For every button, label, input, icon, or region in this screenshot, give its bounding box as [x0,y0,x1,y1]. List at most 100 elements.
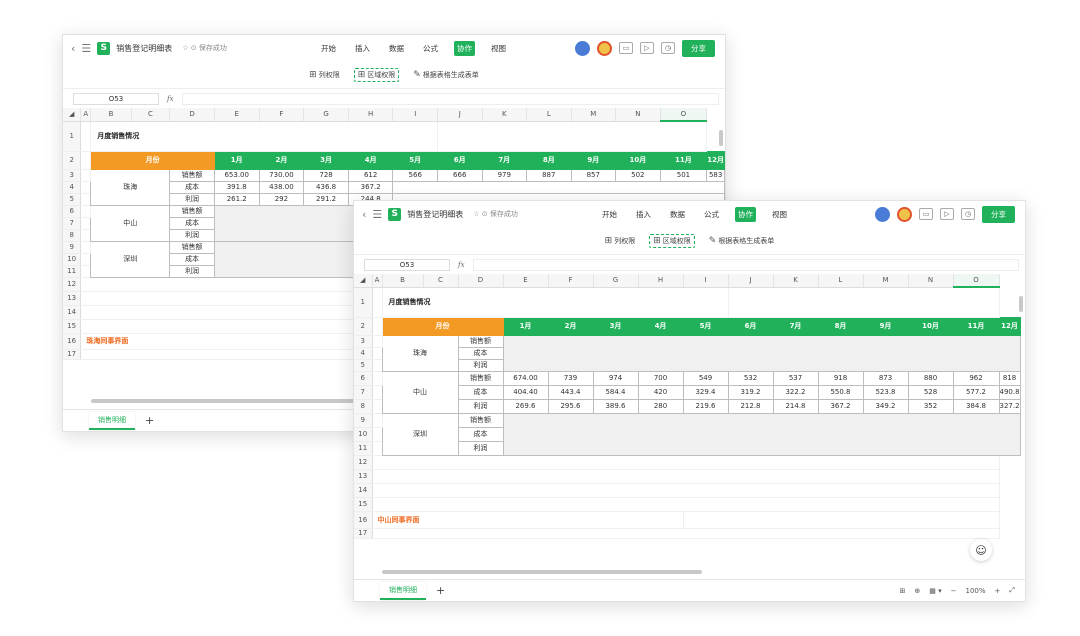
user-avatar[interactable] [575,40,590,56]
metric-cell[interactable]: 利润 [457,440,504,456]
data-cell[interactable]: 566 [392,168,438,182]
col-header[interactable]: N [615,108,661,122]
col-header[interactable]: H [638,274,684,288]
col-header[interactable]: I [683,274,729,288]
row-header[interactable]: 3 [354,335,373,348]
month-cell[interactable]: 5月 [682,316,729,336]
city-cell[interactable]: 深圳 [381,412,459,456]
row-header[interactable]: 4 [354,347,373,360]
data-cell[interactable]: 443.4 [547,384,594,400]
data-cell[interactable]: 280 [637,398,684,414]
data-cell[interactable]: 291.2 [303,192,349,206]
metric-cell[interactable]: 销售额 [169,204,215,218]
month-cell[interactable]: 2月 [258,150,305,170]
data-cell[interactable]: 577.2 [952,384,1000,400]
zoom-out-icon[interactable]: − [951,587,957,595]
metric-cell[interactable]: 成本 [457,384,504,400]
data-cell[interactable]: 583 [706,168,725,182]
cell[interactable] [372,483,1000,498]
cell[interactable] [372,497,1000,512]
data-cell[interactable]: 352 [907,398,954,414]
data-cell[interactable]: 420 [637,384,684,400]
data-cell[interactable]: 389.6 [592,398,639,414]
month-cell[interactable]: 7月 [772,316,819,336]
row-header[interactable]: 8 [354,399,373,414]
user-avatar[interactable] [875,206,890,222]
month-cell[interactable]: 12月 [706,150,725,170]
zoom-in-icon[interactable]: + [995,587,1001,595]
col-header[interactable]: C [131,108,171,122]
vertical-scrollbar[interactable] [719,130,723,146]
cell[interactable] [80,181,92,194]
metric-cell[interactable]: 利润 [457,358,504,372]
data-cell[interactable]: 739 [547,370,594,386]
menu-insert[interactable]: 插入 [352,41,373,56]
data-cell[interactable]: 490.8 [998,384,1021,400]
data-cell[interactable]: 322.2 [772,384,819,400]
metric-cell[interactable]: 销售额 [169,168,215,182]
month-cell[interactable]: 1月 [502,316,549,336]
cell[interactable] [372,385,383,400]
menu-icon[interactable]: ☰ [81,43,91,54]
present-icon[interactable]: ▷ [640,42,654,54]
col-header[interactable]: K [773,274,819,288]
month-cell[interactable]: 11月 [952,316,1000,336]
cell-ref-box[interactable]: O53 [73,93,159,105]
col-header[interactable]: E [503,274,549,288]
menu-formula[interactable]: 公式 [701,207,722,222]
data-cell[interactable]: 880 [907,370,954,386]
zoom-level[interactable]: 100% [966,587,986,595]
cell[interactable] [372,335,383,348]
data-cell[interactable]: 528 [907,384,954,400]
month-cell[interactable]: 8月 [817,316,864,336]
cell[interactable] [437,121,708,152]
metric-cell[interactable]: 销售额 [457,334,504,348]
col-header[interactable]: F [259,108,305,122]
row-header[interactable]: 6 [354,371,373,386]
row-header[interactable]: 5 [63,193,82,206]
data-cell[interactable]: 438.00 [258,180,305,194]
city-cell[interactable]: 珠海 [90,168,171,206]
menu-collab[interactable]: 协作 [454,40,475,56]
col-header[interactable]: B [382,274,424,288]
data-cell[interactable]: 501 [659,168,708,182]
data-cell[interactable]: 979 [481,168,528,182]
cell[interactable] [372,317,383,336]
back-icon[interactable]: ‹ [71,43,75,54]
row-header[interactable]: 12 [63,277,82,292]
cell[interactable] [80,217,92,230]
data-cell[interactable]: 550.8 [817,384,864,400]
user-avatar[interactable] [897,206,912,222]
metric-cell[interactable]: 成本 [169,252,215,266]
cell[interactable] [392,180,725,194]
row-header[interactable]: 7 [63,217,82,230]
month-cell[interactable]: 2月 [547,316,594,336]
data-cell[interactable]: 269.6 [502,398,549,414]
comment-icon[interactable]: ▭ [919,208,933,220]
sheet-tab[interactable]: 销售明细 [89,411,135,430]
cell[interactable] [80,169,92,182]
cell[interactable] [372,469,1000,484]
corner-cell[interactable]: ◢ [63,108,82,122]
month-cell[interactable]: 6月 [727,316,774,336]
col-permission-button[interactable]: ⊞ 列权限 [605,236,636,246]
col-header[interactable]: D [169,108,215,122]
data-cell[interactable]: 962 [952,370,1000,386]
metric-cell[interactable]: 利润 [457,398,504,414]
metric-cell[interactable]: 成本 [457,426,504,442]
col-header[interactable]: O [660,108,708,122]
month-cell[interactable]: 3月 [303,150,349,170]
cell[interactable] [372,399,383,414]
data-cell[interactable]: 214.8 [772,398,819,414]
col-header[interactable]: J [437,108,483,122]
row-header[interactable]: 4 [63,181,82,194]
menu-start[interactable]: 开始 [599,207,620,222]
formula-input[interactable] [181,93,719,105]
row-header[interactable]: 15 [354,497,373,512]
data-cell[interactable]: 857 [570,168,617,182]
row-header[interactable]: 2 [63,151,82,170]
data-cell[interactable]: 532 [727,370,774,386]
row-header[interactable]: 14 [63,305,82,320]
metric-cell[interactable]: 利润 [169,228,215,242]
col-header[interactable]: E [214,108,260,122]
